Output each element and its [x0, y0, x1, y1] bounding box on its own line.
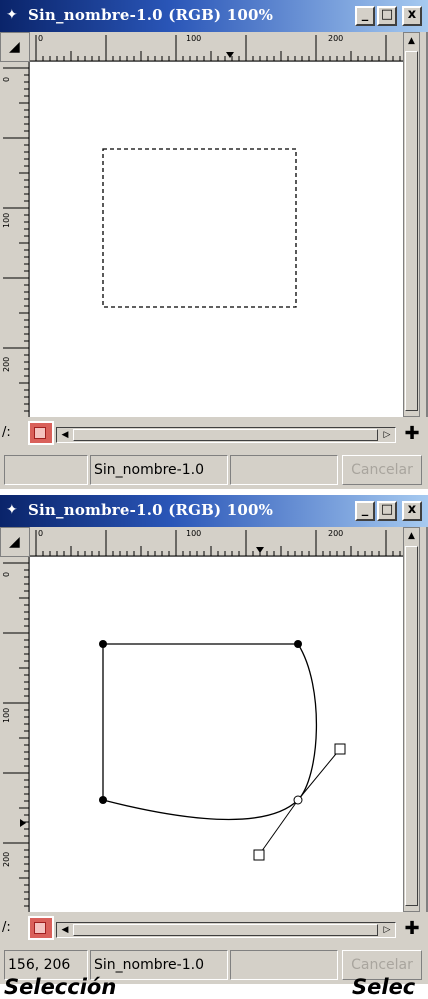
scroll-right-icon[interactable]: ▷: [381, 923, 393, 937]
status-message-field: [230, 455, 338, 485]
gimp-eye-icon: ✦: [6, 7, 18, 23]
horizontal-scrollbar[interactable]: ◀ ▷: [56, 922, 396, 938]
ruler-label: 200: [2, 356, 11, 372]
ruler-label: 0: [2, 76, 11, 82]
caption-left: Selección: [4, 975, 117, 999]
anchor-point: [294, 640, 302, 648]
rectangular-selection: [102, 148, 297, 308]
close-button[interactable]: x: [402, 6, 422, 26]
anchor-point: [99, 796, 107, 804]
quickmask-off-icon[interactable]: /:: [2, 423, 24, 443]
ruler-label: 100: [186, 529, 202, 538]
horizontal-scrollbar[interactable]: ◀ ▷: [56, 427, 396, 443]
canvas-drawing: [99, 640, 346, 861]
quickmask-toggle[interactable]: [28, 916, 54, 940]
coordinates-field: [4, 455, 88, 485]
minimize-button[interactable]: _: [355, 6, 375, 26]
ruler-label: 100: [186, 34, 202, 43]
maximize-button[interactable]: □: [377, 6, 397, 26]
vertical-scrollbar[interactable]: ▲: [403, 527, 420, 912]
quickmask-off-icon[interactable]: /:: [2, 918, 24, 938]
ruler-label: 200: [328, 34, 344, 43]
ruler-corner-menu[interactable]: ◢: [0, 32, 30, 62]
scroll-thumb[interactable]: [73, 429, 378, 441]
title-bar[interactable]: ✦ Sin_nombre-1.0 (RGB) 100% _ □ x: [0, 0, 428, 32]
ruler-ticks: [30, 35, 403, 61]
scroll-right-icon[interactable]: ▷: [381, 428, 393, 442]
ruler-label: 100: [2, 212, 11, 228]
menu-arrow-icon: ◢: [9, 534, 20, 550]
horizontal-ruler[interactable]: 0 100 200: [30, 527, 403, 557]
scroll-left-icon[interactable]: ◀: [59, 428, 71, 442]
ruler-label: 0: [2, 571, 11, 577]
ruler-label: 0: [38, 34, 44, 43]
pointer-marker: [256, 547, 264, 553]
title-bar[interactable]: ✦ Sin_nombre-1.0 (RGB) 100% _ □ x: [0, 495, 428, 527]
scroll-left-icon[interactable]: ◀: [59, 923, 71, 937]
vertical-ruler[interactable]: 0 100 200: [0, 62, 30, 417]
anchor-point: [99, 640, 107, 648]
scroll-thumb[interactable]: [73, 924, 378, 936]
quickmask-toggle[interactable]: [28, 421, 54, 445]
ruler-label: 200: [328, 529, 344, 538]
bottom-scroll-area: /: ◀ ▷ ✚: [0, 912, 428, 944]
status-bar: Sin_nombre-1.0 Cancelar: [0, 449, 428, 489]
ruler-ticks: [30, 530, 403, 556]
bottom-scroll-area: /: ◀ ▷ ✚: [0, 417, 428, 449]
ruler-label: 200: [2, 851, 11, 867]
minimize-button[interactable]: _: [355, 501, 375, 521]
pointer-marker: [20, 819, 26, 827]
horizontal-ruler[interactable]: 0 100 200: [30, 32, 403, 62]
ruler-corner-menu[interactable]: ◢: [0, 527, 30, 557]
image-canvas[interactable]: [30, 557, 403, 912]
navigate-move-icon[interactable]: ✚: [400, 423, 424, 445]
image-canvas[interactable]: [30, 62, 403, 417]
navigate-move-icon[interactable]: ✚: [400, 918, 424, 940]
handle-point: [253, 849, 265, 861]
caption-right: Selec: [352, 975, 416, 999]
canvas-drawing: [102, 148, 297, 308]
scroll-thumb[interactable]: [405, 51, 418, 411]
handle-point: [334, 743, 346, 755]
scroll-up-icon[interactable]: ▲: [406, 35, 417, 47]
scroll-thumb[interactable]: [405, 546, 418, 906]
vertical-ruler[interactable]: 0 100 200: [0, 557, 30, 912]
vertical-scrollbar[interactable]: ▲: [403, 32, 420, 417]
image-window-1: ✦ Sin_nombre-1.0 (RGB) 100% _ □ x ◢ 0 10…: [0, 0, 428, 489]
window-title: Sin_nombre-1.0 (RGB) 100%: [28, 6, 274, 24]
image-window-2: ✦ Sin_nombre-1.0 (RGB) 100% _ □ x ◢ 0 10…: [0, 495, 428, 984]
close-button[interactable]: x: [402, 501, 422, 521]
scroll-up-icon[interactable]: ▲: [406, 530, 417, 542]
image-name-field: Sin_nombre-1.0: [90, 455, 228, 485]
bezier-path: [102, 643, 341, 856]
pointer-marker: [226, 52, 234, 58]
ruler-label: 100: [2, 707, 11, 723]
anchor-point-active: [293, 795, 303, 805]
window-title: Sin_nombre-1.0 (RGB) 100%: [28, 501, 274, 519]
cancel-button[interactable]: Cancelar: [342, 455, 422, 485]
maximize-button[interactable]: □: [377, 501, 397, 521]
ruler-label: 0: [38, 529, 44, 538]
menu-arrow-icon: ◢: [9, 39, 20, 55]
status-message-field: [230, 950, 338, 980]
gimp-eye-icon: ✦: [6, 502, 18, 518]
